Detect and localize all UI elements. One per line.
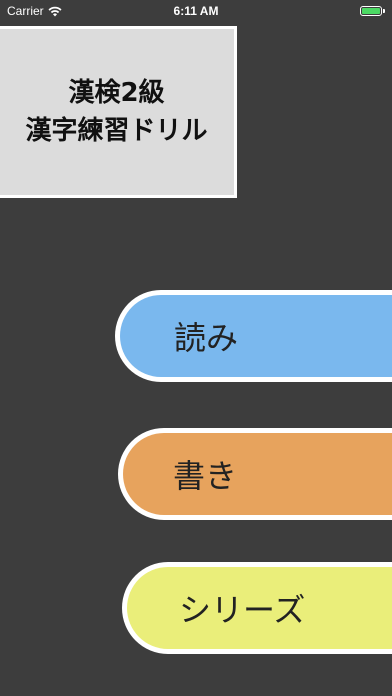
writing-button-label: 書き: [173, 457, 238, 495]
reading-button[interactable]: 読み: [115, 290, 392, 382]
app-title-panel: 漢検2級 漢字練習ドリル: [0, 26, 237, 198]
series-button-label: シリーズ: [179, 591, 306, 629]
app-title-line-2: 漢字練習ドリル: [25, 116, 208, 146]
status-clock: 6:11 AM: [173, 4, 219, 18]
series-button[interactable]: シリーズ: [122, 562, 392, 654]
battery-icon: [360, 6, 385, 16]
status-bar: Carrier 6:11 AM: [0, 0, 392, 22]
battery-level: [362, 8, 380, 14]
writing-button[interactable]: 書き: [118, 428, 392, 520]
reading-button-label: 読み: [174, 319, 239, 357]
app-title-line-1: 漢検2級: [68, 78, 165, 108]
